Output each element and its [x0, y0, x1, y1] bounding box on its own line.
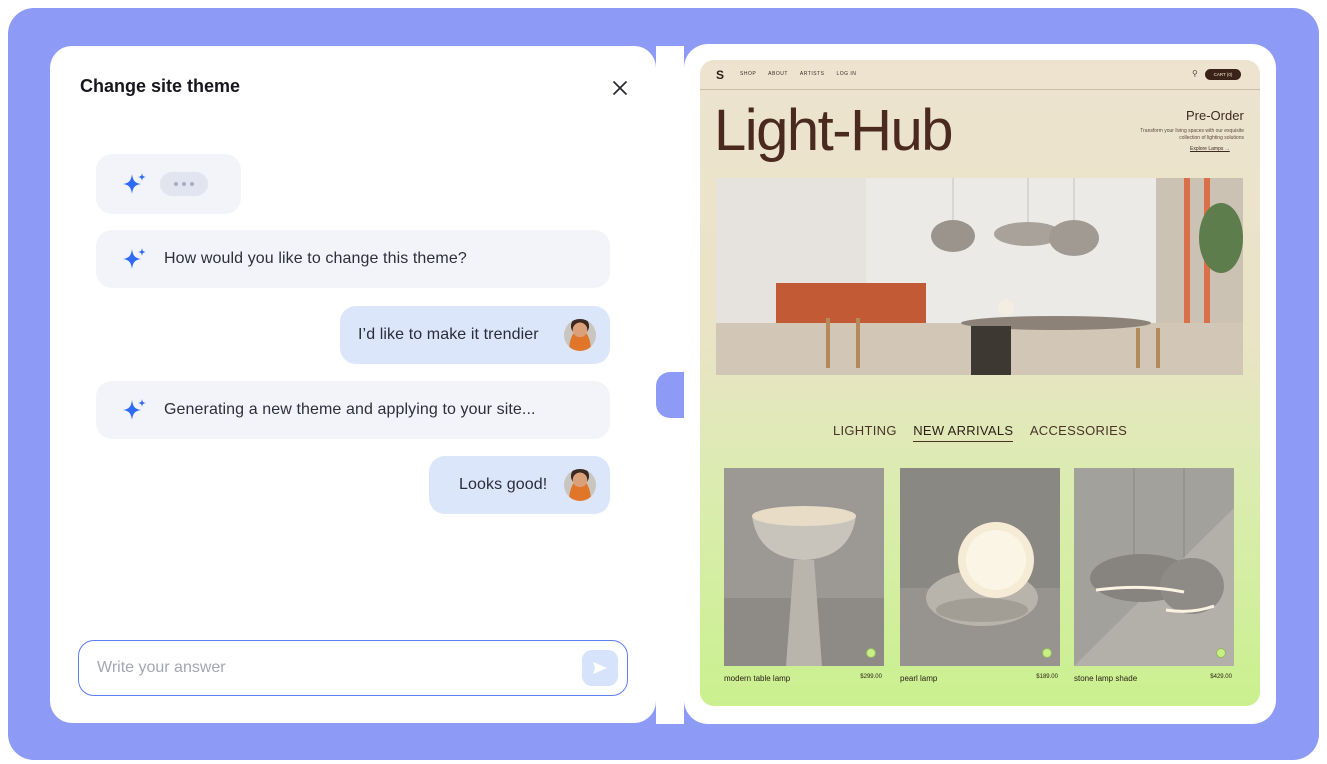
sparkle-icon	[123, 173, 146, 194]
site-preview: S SHOP ABOUT ARTISTS LOG IN ⚲ CART (0) L…	[700, 60, 1260, 706]
typing-indicator	[160, 172, 208, 196]
cart-button[interactable]: CART (0)	[1205, 69, 1241, 80]
panel-connector-bottom	[656, 404, 684, 724]
site-nav-links: SHOP ABOUT ARTISTS LOG IN	[740, 71, 856, 77]
close-icon	[613, 81, 627, 95]
site-logo[interactable]: S	[716, 69, 728, 81]
explore-link[interactable]: Explore Lamps →	[1190, 146, 1230, 152]
product-image	[1074, 468, 1234, 666]
site-nav-item[interactable]: SHOP	[740, 71, 756, 77]
site-preview-panel: S SHOP ABOUT ARTISTS LOG IN ⚲ CART (0) L…	[684, 44, 1276, 724]
sparkle-icon	[123, 399, 146, 420]
product-card[interactable]: pearl lamp $189.00	[900, 468, 1060, 683]
product-card[interactable]: modern table lamp $299.00	[724, 468, 884, 683]
tab-accessories[interactable]: ACCESSORIES	[1030, 423, 1127, 441]
chat-title: Change site theme	[80, 76, 241, 96]
typing-bubble	[96, 154, 241, 214]
send-icon	[593, 662, 607, 674]
site-nav: S SHOP ABOUT ARTISTS LOG IN ⚲ CART (0)	[700, 60, 1260, 90]
product-name: stone lamp shade	[1074, 674, 1138, 683]
answer-input-box	[78, 640, 628, 696]
product-card[interactable]: stone lamp shade $429.00	[1074, 468, 1234, 683]
product-price: $189.00	[1036, 674, 1058, 680]
tab-new-arrivals[interactable]: NEW ARRIVALS	[913, 423, 1014, 442]
user-message: Looks good!	[429, 456, 610, 514]
site-title: Light-Hub	[714, 98, 953, 163]
bot-message: How would you like to change this theme?	[96, 230, 610, 288]
plus-icon[interactable]	[1042, 648, 1052, 658]
answer-input[interactable]	[97, 655, 567, 681]
product-name: modern table lamp	[724, 674, 791, 683]
site-nav-item[interactable]: ABOUT	[768, 71, 788, 77]
site-nav-item[interactable]: ARTISTS	[800, 71, 825, 77]
product-price: $429.00	[1210, 674, 1232, 680]
plus-icon[interactable]	[1216, 648, 1226, 658]
tab-lighting[interactable]: LIGHTING	[833, 423, 897, 441]
preorder-text: Transform your living spaces with our ex…	[1140, 128, 1244, 141]
send-button[interactable]	[582, 650, 618, 686]
panel-connector-top	[656, 46, 684, 386]
message-text: I’d like to make it trendier	[358, 326, 539, 343]
product-image	[724, 468, 884, 666]
user-message: I’d like to make it trendier	[340, 306, 610, 364]
site-tabs: LIGHTING NEW ARRIVALS ACCESSORIES	[700, 422, 1260, 442]
product-price: $299.00	[860, 674, 882, 680]
avatar	[564, 319, 596, 351]
message-text: Looks good!	[459, 476, 548, 493]
site-nav-item[interactable]: LOG IN	[836, 71, 856, 77]
search-icon[interactable]: ⚲	[1192, 69, 1198, 78]
sparkle-icon	[123, 248, 146, 269]
product-name: pearl lamp	[900, 674, 938, 683]
avatar	[564, 469, 596, 501]
panel-gap	[656, 372, 684, 418]
chat-panel: Change site theme How would you like to …	[50, 46, 656, 723]
close-button[interactable]	[606, 74, 634, 102]
product-image	[900, 468, 1060, 666]
message-text: Generating a new theme and applying to y…	[164, 401, 536, 418]
preorder-heading: Pre-Order	[1186, 108, 1244, 123]
bot-message: Generating a new theme and applying to y…	[96, 381, 610, 439]
plus-icon[interactable]	[866, 648, 876, 658]
hero-image	[716, 178, 1243, 375]
message-text: How would you like to change this theme?	[164, 250, 467, 267]
